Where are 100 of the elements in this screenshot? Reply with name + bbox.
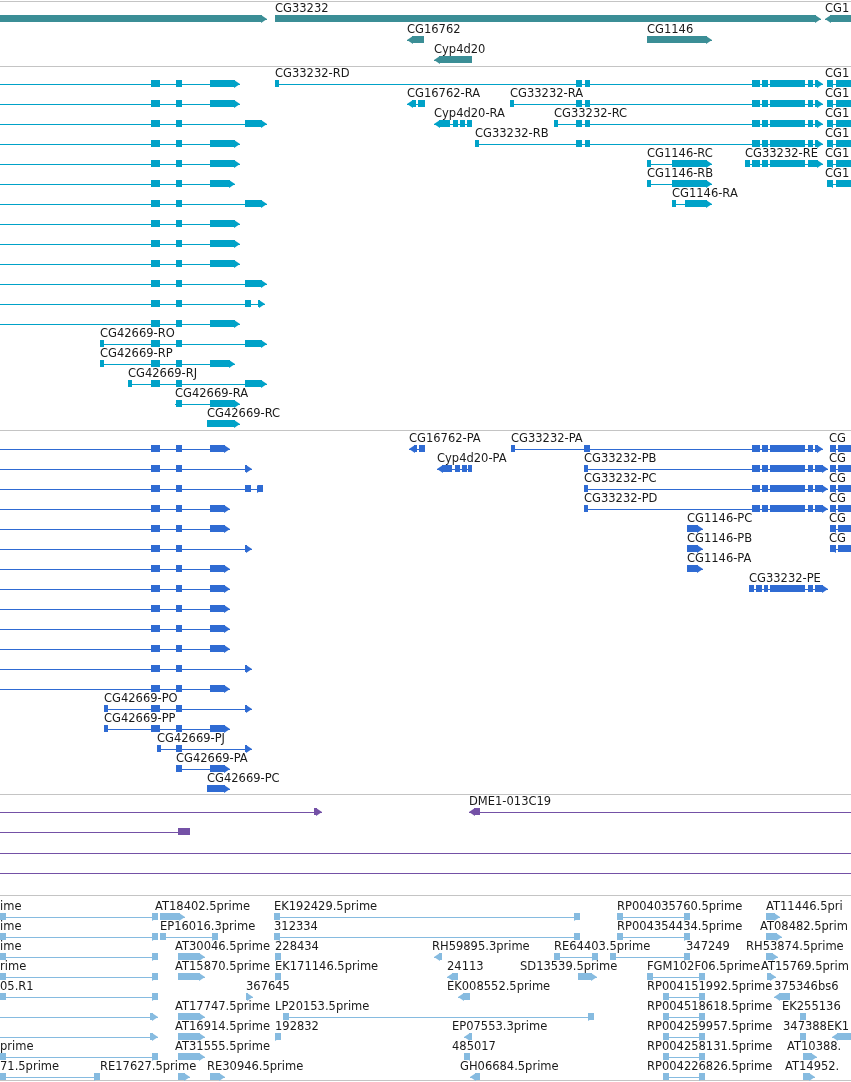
feature-glyph[interactable] — [128, 380, 267, 388]
feature-glyph[interactable] — [157, 745, 252, 753]
feature-glyph[interactable] — [825, 15, 851, 23]
feature-glyph[interactable] — [0, 180, 235, 188]
feature-glyph[interactable] — [0, 300, 265, 308]
feature-glyph[interactable] — [407, 36, 424, 44]
feature-glyph[interactable] — [100, 340, 267, 348]
feature-glyph[interactable] — [437, 465, 472, 473]
feature-label: Cyp4d20-PA — [437, 452, 507, 465]
feature-glyph[interactable] — [647, 180, 712, 188]
feature-label: AT15769.5prim — [761, 960, 849, 973]
feature-glyph[interactable] — [830, 545, 851, 553]
feature-glyph[interactable] — [672, 200, 712, 208]
feature-glyph[interactable] — [175, 400, 240, 408]
feature-glyph[interactable] — [830, 445, 851, 453]
feature-glyph[interactable] — [0, 625, 230, 633]
feature-label: 05.R1 — [0, 980, 34, 993]
feature-glyph[interactable] — [0, 808, 322, 816]
feature-glyph[interactable] — [0, 685, 230, 693]
feature-glyph[interactable] — [0, 320, 240, 328]
feature-glyph[interactable] — [0, 220, 240, 228]
feature-label: EP07553.3prime — [452, 1020, 548, 1033]
feature-label: RP004259957.5prime — [647, 1020, 773, 1033]
feature-glyph[interactable] — [511, 445, 823, 453]
feature-glyph[interactable] — [0, 260, 240, 268]
feature-glyph[interactable] — [554, 120, 823, 128]
feature-label: RH53874.5prime — [746, 940, 844, 953]
feature-glyph[interactable] — [687, 565, 703, 573]
feature-glyph[interactable] — [104, 725, 230, 733]
feature-glyph[interactable] — [0, 665, 252, 673]
feature-glyph[interactable] — [827, 100, 851, 108]
feature-glyph[interactable] — [275, 15, 821, 23]
feature-label: CG42669-PO — [104, 692, 178, 705]
feature-glyph[interactable] — [687, 525, 703, 533]
feature-label: CG33232-PB — [584, 452, 657, 465]
feature-label: CG — [829, 452, 846, 465]
feature-label: rime — [0, 960, 27, 973]
feature-glyph[interactable] — [409, 445, 425, 453]
feature-glyph[interactable] — [0, 240, 240, 248]
feature-label: AT15870.5prime — [175, 960, 271, 973]
feature-glyph[interactable] — [100, 360, 235, 368]
feature-label: CG33232-PE — [749, 572, 821, 585]
feature-glyph[interactable] — [434, 120, 472, 128]
feature-glyph[interactable] — [0, 485, 263, 493]
feature-glyph[interactable] — [0, 120, 267, 128]
feature-glyph[interactable] — [827, 180, 851, 188]
feature-label: GH06684.5prime — [460, 1060, 559, 1073]
feature-glyph[interactable] — [0, 80, 240, 88]
feature-glyph[interactable] — [0, 605, 230, 613]
feature-glyph[interactable] — [0, 465, 252, 473]
feature-glyph[interactable] — [0, 100, 240, 108]
feature-label: RP004258131.5prime — [647, 1040, 773, 1053]
feature-glyph[interactable] — [749, 585, 828, 593]
feature-label: CG42669-PA — [176, 752, 248, 765]
feature-label: CG1146-PC — [687, 512, 753, 525]
feature-glyph[interactable] — [830, 465, 851, 473]
feature-glyph[interactable] — [0, 505, 230, 513]
feature-label: CG1146-PB — [687, 532, 753, 545]
feature-glyph[interactable] — [0, 828, 190, 835]
feature-glyph[interactable] — [0, 15, 267, 23]
feature-glyph[interactable] — [0, 445, 230, 453]
feature-glyph[interactable] — [469, 808, 851, 816]
feature-label: CG33232-PA — [511, 432, 583, 445]
feature-glyph[interactable] — [510, 100, 823, 108]
feature-glyph[interactable] — [647, 160, 712, 168]
feature-glyph[interactable] — [0, 565, 230, 573]
feature-glyph[interactable] — [207, 785, 230, 793]
feature-glyph[interactable] — [827, 160, 851, 168]
feature-glyph[interactable] — [647, 36, 712, 44]
feature-glyph[interactable] — [827, 80, 851, 88]
feature-glyph[interactable] — [830, 505, 851, 513]
feature-glyph[interactable] — [0, 160, 240, 168]
feature-glyph[interactable] — [0, 140, 240, 148]
feature-glyph[interactable] — [584, 465, 828, 473]
feature-label: EP16016.3prime — [160, 920, 256, 933]
feature-glyph[interactable] — [407, 100, 425, 108]
feature-label: CG — [829, 492, 846, 505]
feature-glyph[interactable] — [207, 420, 240, 428]
feature-glyph[interactable] — [830, 525, 851, 533]
feature-glyph[interactable] — [745, 160, 823, 168]
feature-glyph[interactable] — [0, 585, 230, 593]
feature-glyph[interactable] — [434, 56, 472, 64]
feature-glyph[interactable] — [827, 140, 851, 148]
feature-glyph[interactable] — [584, 505, 828, 513]
feature-label: CG16762-PA — [409, 432, 481, 445]
feature-glyph[interactable] — [687, 545, 703, 553]
feature-glyph[interactable] — [104, 705, 252, 713]
feature-glyph[interactable] — [830, 485, 851, 493]
feature-label: CG42669-PP — [104, 712, 176, 725]
feature-glyph[interactable] — [0, 280, 267, 288]
feature-glyph[interactable] — [827, 120, 851, 128]
feature-glyph[interactable] — [475, 140, 823, 148]
feature-glyph[interactable] — [0, 545, 252, 553]
feature-glyph[interactable] — [584, 485, 828, 493]
feature-glyph[interactable] — [275, 80, 823, 88]
feature-glyph[interactable] — [0, 200, 267, 208]
feature-glyph[interactable] — [0, 645, 230, 653]
feature-glyph[interactable] — [0, 525, 230, 533]
feature-glyph[interactable] — [246, 993, 253, 1001]
feature-glyph[interactable] — [176, 765, 230, 773]
